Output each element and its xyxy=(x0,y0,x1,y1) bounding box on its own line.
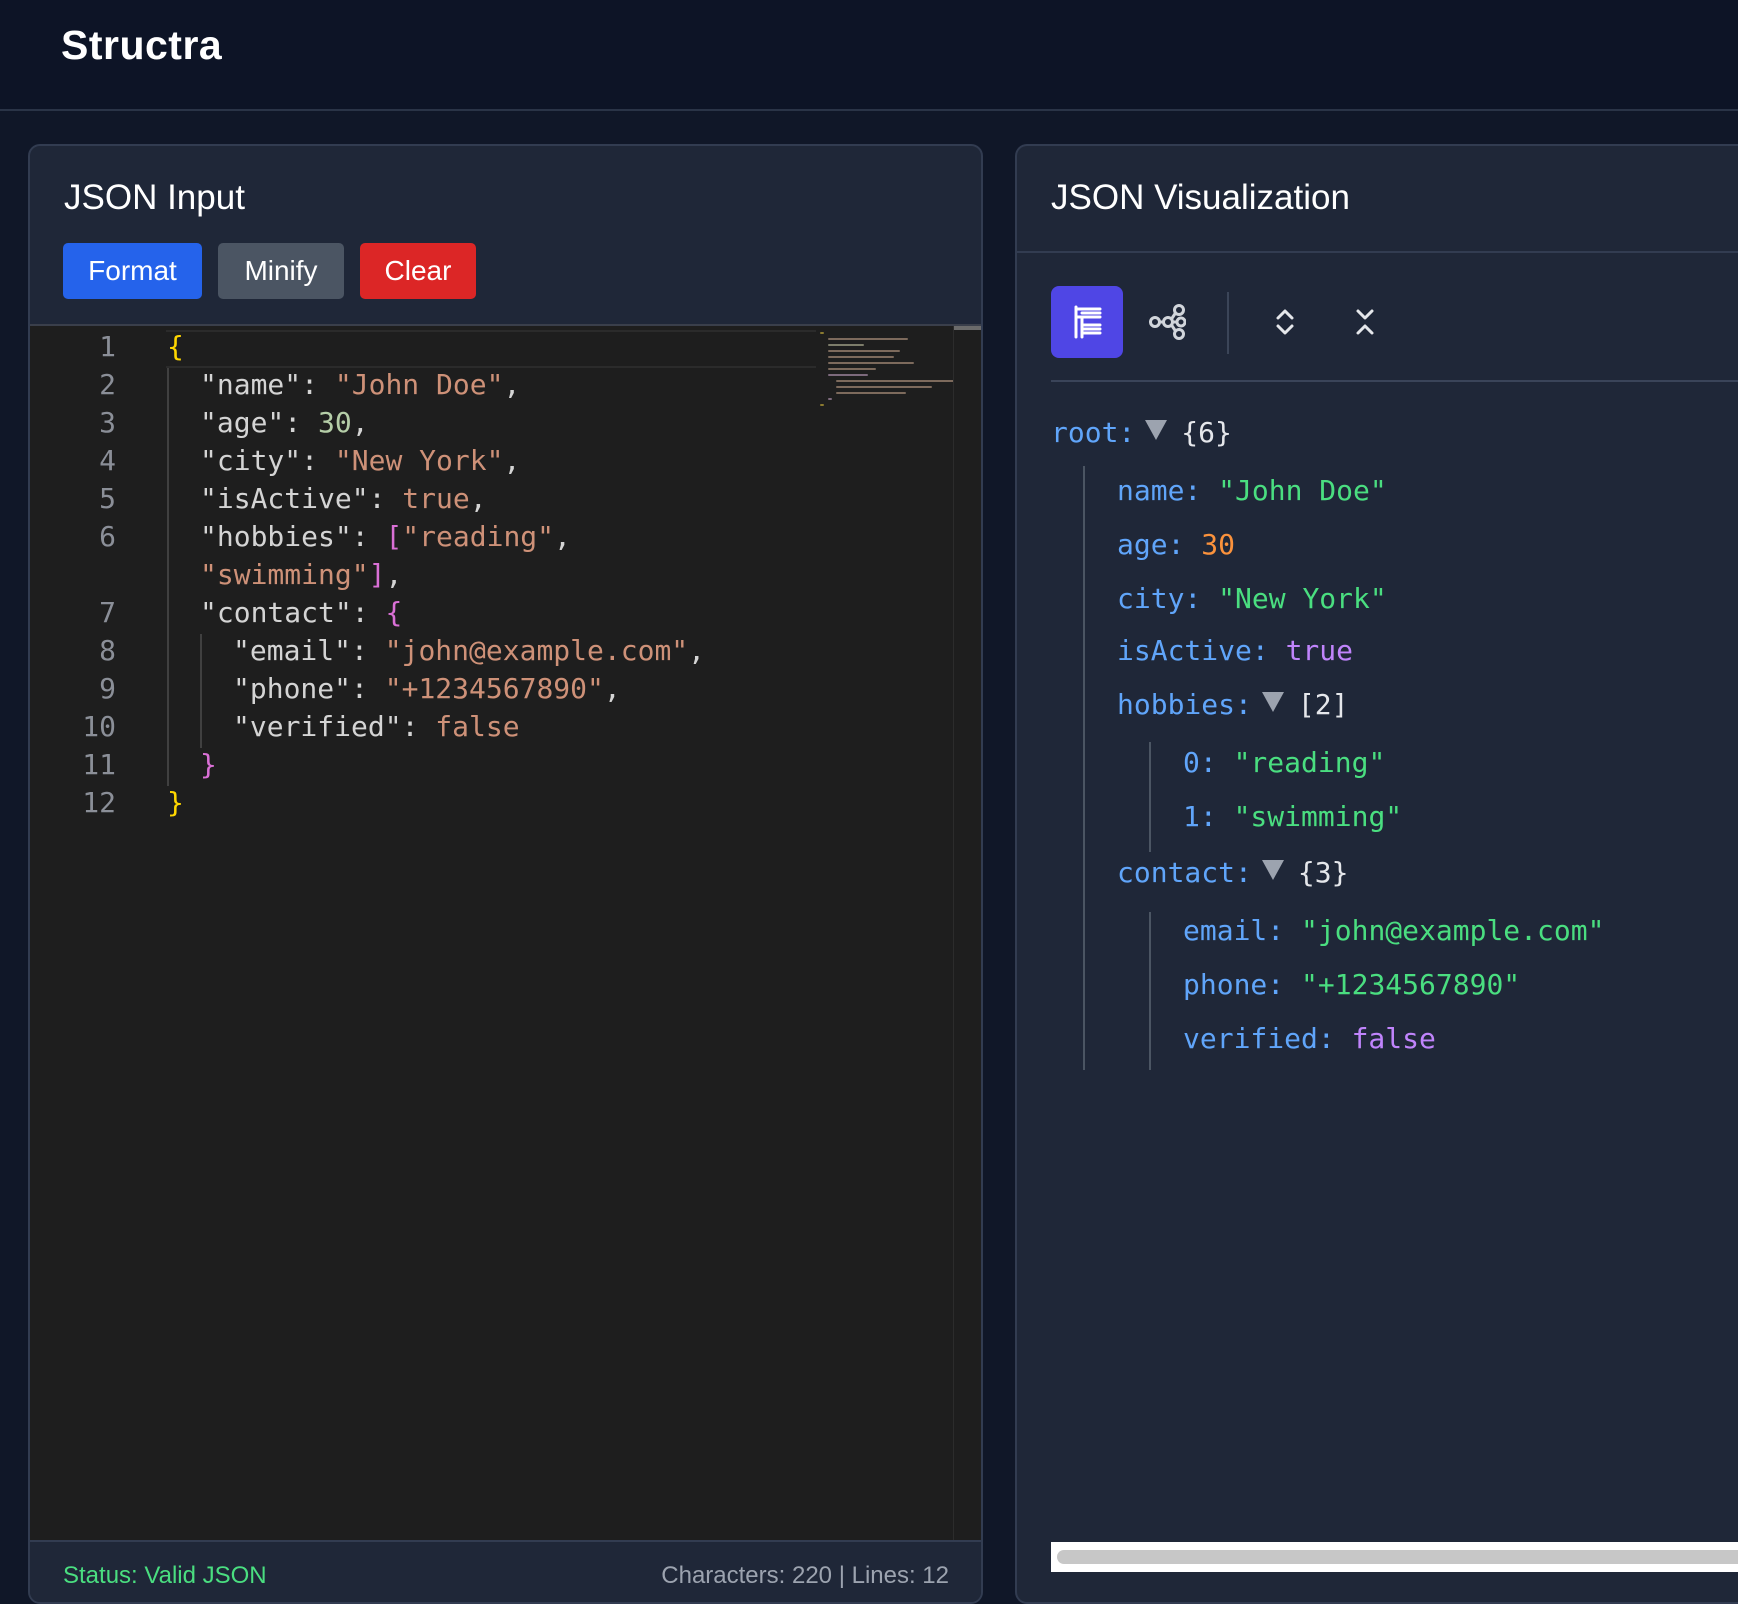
document-stats: Characters: 220 | Lines: 12 xyxy=(661,1562,949,1589)
code-line-11: } xyxy=(200,748,217,781)
status-bar: Status: Valid JSON Characters: 220 | Lin… xyxy=(30,1540,981,1602)
tree-node-hobbies[interactable]: hobbies: [2] xyxy=(1117,688,1348,721)
collapse-all-button[interactable] xyxy=(1329,286,1401,358)
tree-node-verified: verified: false xyxy=(1183,1022,1436,1055)
line-number: 1 xyxy=(99,330,116,363)
format-button[interactable]: Format xyxy=(63,243,202,299)
tree-node-root[interactable]: root: {6} xyxy=(1051,416,1232,449)
viz-title-divider xyxy=(1017,251,1738,253)
graph-nodes-icon xyxy=(1149,304,1186,340)
tree-list-icon xyxy=(1074,305,1102,339)
app-brand: Structra xyxy=(61,22,223,68)
tree-guide-root xyxy=(1083,466,1085,1070)
code-line-9: "phone": "+1234567890", xyxy=(233,672,621,705)
tree-node-isactive: isActive: true xyxy=(1117,634,1354,667)
code-line-6-wrap: "swimming"], xyxy=(200,558,403,591)
app-header: Structra xyxy=(0,0,1738,111)
viz-horizontal-scrollbar[interactable] xyxy=(1051,1542,1738,1572)
minify-button[interactable]: Minify xyxy=(218,243,344,299)
tree-view-button[interactable] xyxy=(1051,286,1123,358)
input-button-row: Format Minify Clear xyxy=(63,243,476,299)
toolbar-separator xyxy=(1227,292,1229,354)
code-line-1: { xyxy=(167,330,184,363)
current-line-highlight xyxy=(166,330,816,368)
code-line-8: "email": "john@example.com", xyxy=(233,634,706,667)
input-panel-title: JSON Input xyxy=(64,178,245,217)
code-line-6: "hobbies": ["reading", xyxy=(200,520,571,553)
chevrons-collapse-icon xyxy=(1356,309,1374,335)
line-number: 3 xyxy=(99,406,116,439)
tree-node-email: email: "john@example.com" xyxy=(1183,914,1605,947)
json-input-panel: JSON Input Format Minify Clear 1 2 3 4 5… xyxy=(28,144,983,1604)
clear-button[interactable]: Clear xyxy=(360,243,476,299)
viz-toolbar xyxy=(1051,286,1738,382)
code-line-12: } xyxy=(167,786,184,819)
chevrons-expand-icon xyxy=(1276,309,1294,335)
validation-status: Status: Valid JSON xyxy=(63,1562,267,1589)
code-editor[interactable]: 1 2 3 4 5 6 7 8 9 10 11 12 { "name": "Jo… xyxy=(30,324,981,1540)
line-number: 9 xyxy=(99,672,116,705)
tree-guide-hobbies xyxy=(1149,742,1151,852)
code-line-3: "age": 30, xyxy=(200,406,369,439)
code-line-10: "verified": false xyxy=(233,710,520,743)
editor-vertical-scrollbar[interactable] xyxy=(953,326,981,1540)
line-number: 6 xyxy=(99,520,116,553)
code-line-2: "name": "John Doe", xyxy=(200,368,521,401)
line-number-gutter: 1 2 3 4 5 6 7 8 9 10 11 12 xyxy=(30,326,150,1540)
tree-node-name: name: "John Doe" xyxy=(1117,474,1387,507)
code-line-5: "isActive": true, xyxy=(200,482,487,515)
indent-guide xyxy=(200,634,202,748)
json-visualization-panel: JSON Visualization root: {6} name: "John… xyxy=(1015,144,1738,1604)
collapse-triangle-icon[interactable] xyxy=(1145,420,1168,440)
editor-scroll-thumb[interactable] xyxy=(954,326,981,330)
collapse-triangle-icon[interactable] xyxy=(1261,860,1284,880)
collapse-triangle-icon[interactable] xyxy=(1261,692,1284,712)
code-line-4: "city": "New York", xyxy=(200,444,521,477)
tree-guide-contact xyxy=(1149,912,1151,1070)
tree-node-age: age: 30 xyxy=(1117,528,1236,561)
viz-panel-title: JSON Visualization xyxy=(1051,178,1350,217)
line-number: 5 xyxy=(99,482,116,515)
line-number: 12 xyxy=(82,786,116,819)
tree-node-hobbies-0: 0: "reading" xyxy=(1183,746,1386,779)
line-number: 11 xyxy=(82,748,116,781)
graph-view-button[interactable] xyxy=(1131,286,1203,358)
line-number: 10 xyxy=(82,710,116,743)
viz-scroll-thumb[interactable] xyxy=(1057,1550,1738,1564)
line-number: 4 xyxy=(99,444,116,477)
code-line-7: "contact": { xyxy=(200,596,403,629)
editor-minimap[interactable] xyxy=(820,330,960,440)
tree-node-contact[interactable]: contact: {3} xyxy=(1117,856,1348,889)
tree-node-hobbies-1: 1: "swimming" xyxy=(1183,800,1403,833)
expand-all-button[interactable] xyxy=(1249,286,1321,358)
tree-node-phone: phone: "+1234567890" xyxy=(1183,968,1521,1001)
line-number: 7 xyxy=(99,596,116,629)
line-number: 8 xyxy=(99,634,116,667)
line-number: 2 xyxy=(99,368,116,401)
tree-node-city: city: "New York" xyxy=(1117,582,1387,615)
indent-guide xyxy=(167,368,169,786)
